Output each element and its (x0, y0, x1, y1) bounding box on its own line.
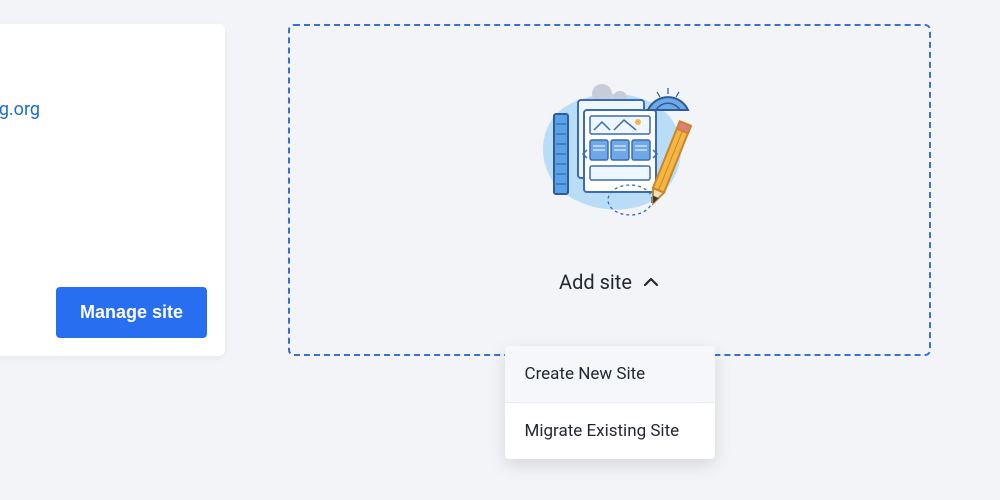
add-site-card[interactable]: Add site Create New Site Migrate Existin… (288, 24, 931, 356)
add-site-dropdown: Create New Site Migrate Existing Site (505, 346, 715, 459)
add-site-trigger[interactable]: Add site (559, 270, 660, 294)
add-site-illustration (510, 64, 710, 234)
manage-site-button[interactable]: Manage site (56, 287, 207, 338)
site-card: g.org Manage site (0, 24, 225, 356)
chevron-up-icon (642, 273, 660, 291)
site-domain-link[interactable]: g.org (0, 99, 40, 120)
migrate-existing-site-option[interactable]: Migrate Existing Site (505, 403, 715, 459)
add-site-label: Add site (559, 270, 632, 294)
create-new-site-option[interactable]: Create New Site (505, 346, 715, 402)
